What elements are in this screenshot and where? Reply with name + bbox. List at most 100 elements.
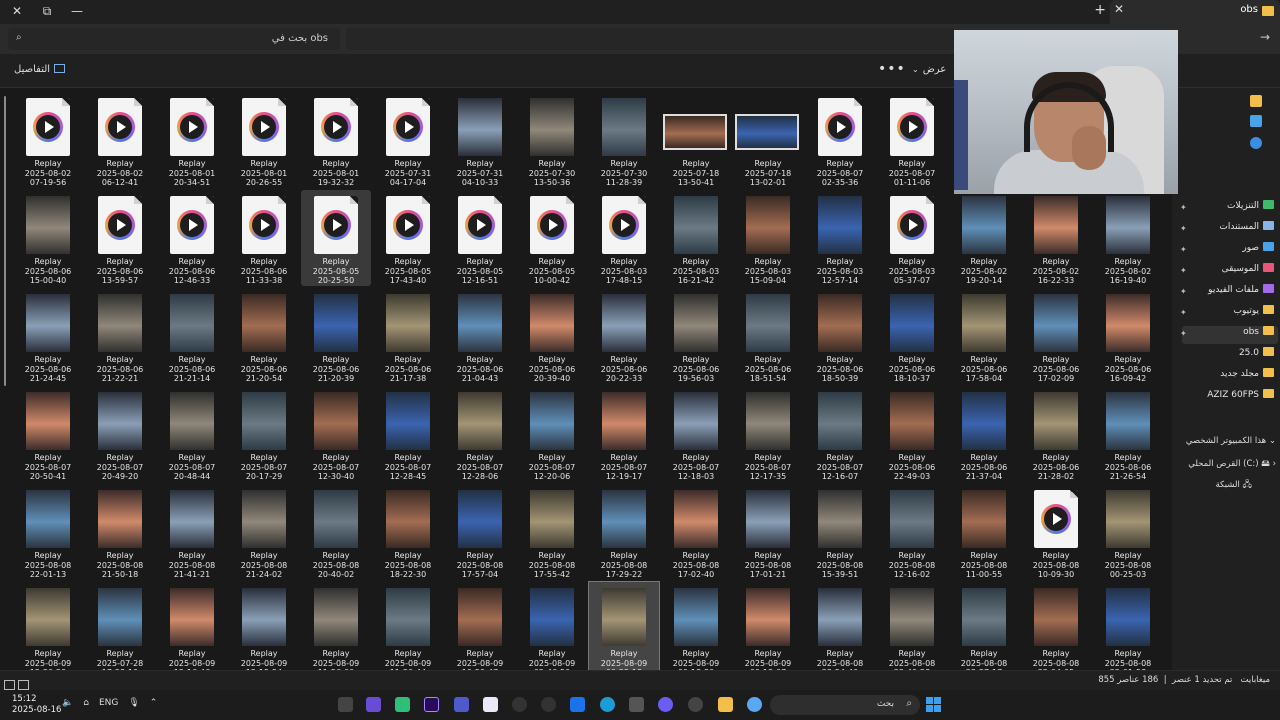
home-icon[interactable]: [1250, 95, 1262, 107]
file-item[interactable]: Replay 2025-08-06 21-37-04: [949, 386, 1019, 482]
file-item[interactable]: Replay 2025-08-06 19-56-03: [661, 288, 731, 384]
sidebar-item[interactable]: AZIZ 60FPS: [1207, 389, 1274, 407]
file-item[interactable]: Replay 2025-08-02 19-20-14: [949, 190, 1019, 286]
file-item[interactable]: Replay 2025-08-06 15-00-40: [13, 190, 83, 286]
file-item[interactable]: Replay 2025-08-03 17-48-15: [589, 190, 659, 286]
file-item[interactable]: Replay 2025-08-06 13-59-57: [85, 190, 155, 286]
network-icon[interactable]: ⌂: [83, 698, 89, 708]
pin-icon[interactable]: ✦: [1180, 287, 1187, 296]
close-tab-icon[interactable]: ✕: [1114, 2, 1124, 16]
sidebar-item[interactable]: المستندات: [1219, 221, 1274, 239]
file-item[interactable]: Replay 2025-08-07 12-28-45: [373, 386, 443, 482]
settings-app-icon[interactable]: [512, 697, 527, 712]
vpn-app-icon[interactable]: [366, 697, 381, 712]
pin-icon[interactable]: ✦: [1180, 203, 1187, 212]
vertical-scrollbar[interactable]: [4, 96, 6, 386]
file-item[interactable]: Replay 2025-08-06 21-28-02: [1021, 386, 1091, 482]
file-item[interactable]: Replay 2025-08-06 20-22-33: [589, 288, 659, 384]
file-item[interactable]: Replay 2025-08-09 00-13-07: [733, 582, 803, 670]
details-button[interactable]: التفاصيل: [14, 64, 66, 75]
file-item[interactable]: Replay 2025-08-08 22-01-13: [13, 484, 83, 580]
file-item[interactable]: Replay 2025-08-06 17-58-04: [949, 288, 1019, 384]
file-item[interactable]: Replay 2025-08-07 12-18-03: [661, 386, 731, 482]
gear-icon[interactable]: [688, 697, 703, 712]
sidebar-local-disk[interactable]: القرص المحلي (C:) 🖴 ›: [1188, 458, 1276, 472]
file-item[interactable]: Replay 2025-08-09 12-30-29: [13, 582, 83, 670]
chevron-up-icon[interactable]: ⌃: [150, 698, 158, 708]
app-icon[interactable]: [338, 697, 353, 712]
view-button[interactable]: ⌄ عرض: [912, 64, 946, 75]
taskbar-search[interactable]: بحث ⌕: [770, 695, 920, 715]
file-item[interactable]: Replay 2025-08-06 21-04-43: [445, 288, 515, 384]
file-item[interactable]: Replay 2025-08-08 17-57-04: [445, 484, 515, 580]
discord-icon[interactable]: [658, 697, 673, 712]
file-item[interactable]: Replay 2025-08-06 21-22-21: [85, 288, 155, 384]
file-item[interactable]: Replay 2025-08-09 11-30-44: [373, 582, 443, 670]
file-item[interactable]: Replay 2025-08-06 21-21-14: [157, 288, 227, 384]
file-item[interactable]: Replay 2025-08-06 18-10-37: [877, 288, 947, 384]
file-item[interactable]: Replay 2025-07-30 13-50-36: [517, 92, 587, 188]
close-window-icon[interactable]: ✕: [2, 0, 32, 22]
file-item[interactable]: Replay 2025-08-02 07-19-56: [13, 92, 83, 188]
file-item[interactable]: Replay 2025-08-08 21-50-18: [85, 484, 155, 580]
clock[interactable]: 15:12 2025-08-16: [12, 694, 61, 716]
pin-icon[interactable]: ✦: [1180, 224, 1187, 233]
file-item[interactable]: Replay 2025-08-06 21-26-54: [1093, 386, 1163, 482]
gallery-icon[interactable]: [1250, 115, 1262, 127]
file-item[interactable]: Replay 2025-08-08 22-04-05: [1021, 582, 1091, 670]
file-item[interactable]: Replay 2025-08-06 12-46-33: [157, 190, 227, 286]
sidebar-item[interactable]: التنزيلات: [1227, 200, 1274, 218]
file-item[interactable]: Replay 2025-08-02 16-22-33: [1021, 190, 1091, 286]
pin-icon[interactable]: ✦: [1180, 308, 1187, 317]
microphone-icon[interactable]: 🎙: [128, 698, 139, 708]
file-item[interactable]: Replay 2025-08-09 02-46-50: [517, 582, 587, 670]
file-item[interactable]: Replay 2025-07-31 04-10-33: [445, 92, 515, 188]
file-item[interactable]: Replay 2025-08-09 10-59-47: [445, 582, 515, 670]
language-indicator[interactable]: ENG: [99, 698, 118, 708]
file-item[interactable]: Replay 2025-08-06 21-17-38: [373, 288, 443, 384]
file-item[interactable]: Replay 2025-08-08 12-16-02: [877, 484, 947, 580]
file-explorer-icon[interactable]: [718, 697, 733, 712]
file-item[interactable]: Replay 2025-08-08 10-09-30: [1021, 484, 1091, 580]
capcut-icon[interactable]: [483, 697, 498, 712]
edge-icon[interactable]: [600, 697, 615, 712]
file-item[interactable]: Replay 2025-07-30 11-28-39: [589, 92, 659, 188]
file-item[interactable]: Replay 2025-08-07 12-28-06: [445, 386, 515, 482]
file-item[interactable]: Replay 2025-08-08 00-25-03: [1093, 484, 1163, 580]
search-input[interactable]: ⌕ بحث في obs: [8, 28, 340, 50]
sidebar-this-pc[interactable]: هذا الكمبيوتر الشخصي ⌄: [1186, 436, 1276, 446]
new-tab-icon[interactable]: +: [1094, 2, 1106, 18]
file-item[interactable]: Replay 2025-08-08 17-29-22: [589, 484, 659, 580]
file-item[interactable]: Replay 2025-08-03 15-09-04: [733, 190, 803, 286]
file-item[interactable]: Replay 2025-07-28 17-28-19: [85, 582, 155, 670]
file-item[interactable]: Replay 2025-07-18 13-50-41: [661, 92, 731, 188]
file-item[interactable]: Replay 2025-08-08 23-37-17: [949, 582, 1019, 670]
file-item[interactable]: Replay 2025-08-08 15-39-51: [805, 484, 875, 580]
path-input[interactable]: [346, 28, 956, 50]
pin-icon[interactable]: ✦: [1180, 329, 1187, 338]
tiles-view-icon[interactable]: [18, 680, 29, 690]
sidebar-network[interactable]: الشبكة 🖧: [1215, 479, 1252, 493]
android-app-icon[interactable]: [395, 697, 410, 712]
file-item[interactable]: Replay 2025-08-07 12-16-07: [805, 386, 875, 482]
file-item[interactable]: Replay 2025-08-06 18-51-54: [733, 288, 803, 384]
start-button[interactable]: [926, 697, 941, 712]
pin-icon[interactable]: ✦: [1180, 245, 1187, 254]
obs-icon[interactable]: [541, 697, 556, 712]
file-item[interactable]: Replay 2025-08-06 21-24-45: [13, 288, 83, 384]
store-icon[interactable]: [629, 697, 644, 712]
file-item[interactable]: Replay 2025-08-07 12-17-35: [733, 386, 803, 482]
file-item[interactable]: Replay 2025-08-01 20-26-55: [229, 92, 299, 188]
file-item[interactable]: Replay 2025-08-09 12-16-46: [157, 582, 227, 670]
file-item[interactable]: Replay 2025-08-06 11-33-38: [229, 190, 299, 286]
file-item[interactable]: Replay 2025-08-05 12-16-51: [445, 190, 515, 286]
file-item[interactable]: Replay 2025-07-31 04-17-04: [373, 92, 443, 188]
file-item[interactable]: Replay 2025-08-07 01-11-06: [877, 92, 947, 188]
file-item[interactable]: Replay 2025-08-08 21-24-02: [229, 484, 299, 580]
file-item[interactable]: Replay 2025-08-08 18-22-30: [373, 484, 443, 580]
file-item[interactable]: Replay 2025-08-09 11-56-00: [301, 582, 371, 670]
file-item[interactable]: Replay 2025-08-08 22-01-58: [1093, 582, 1163, 670]
forward-arrow-icon[interactable]: →: [1260, 30, 1270, 44]
file-item[interactable]: Replay 2025-08-07 20-48-44: [157, 386, 227, 482]
file-item[interactable]: Replay 2025-08-08 17-02-40: [661, 484, 731, 580]
